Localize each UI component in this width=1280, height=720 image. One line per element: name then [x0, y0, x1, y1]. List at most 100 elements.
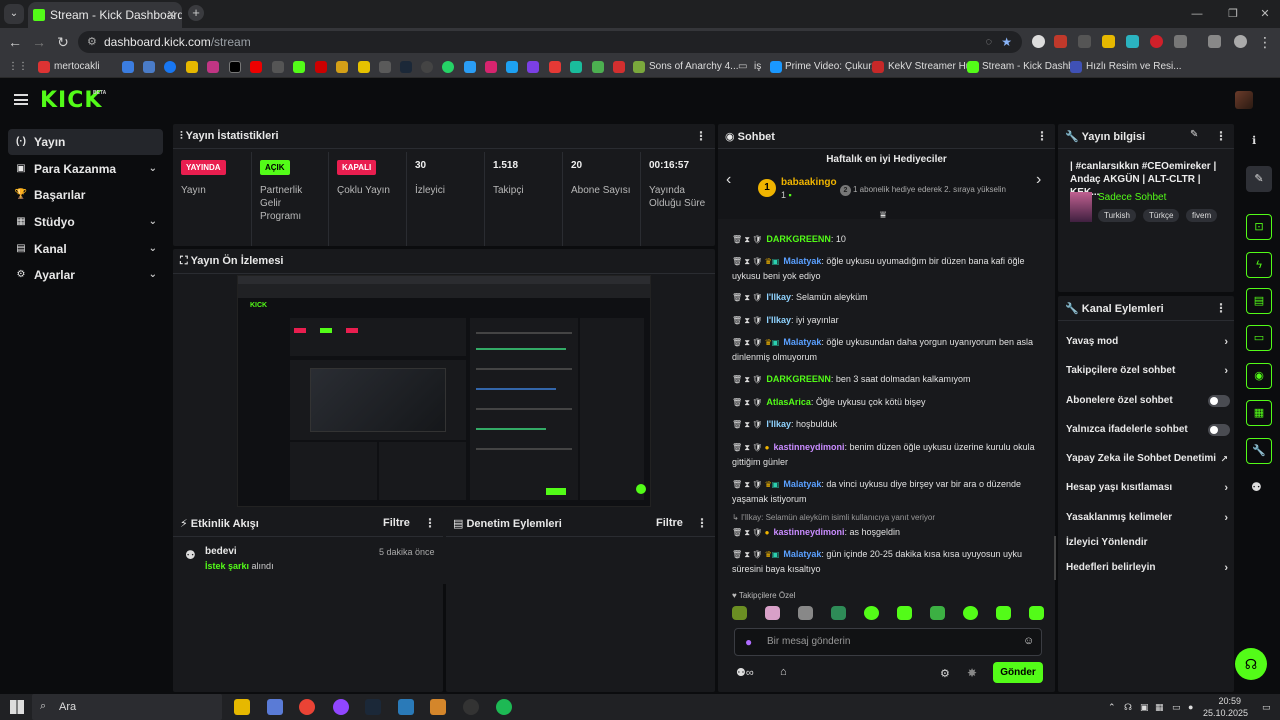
emote[interactable] — [963, 606, 978, 620]
app-icon[interactable] — [430, 699, 446, 715]
sidebar-item-kanal[interactable]: ▤ Kanal ⌄ — [8, 236, 163, 262]
chat-username[interactable]: Malatyak — [783, 549, 821, 559]
bookmark-icon[interactable] — [186, 61, 198, 73]
broadcast-rail-icon[interactable]: ◉ — [1246, 363, 1272, 389]
chat-message[interactable]: 🗑 ⧗ 🛡 I'Ilkay: iyi yayınlar — [732, 313, 1048, 328]
bookmark-icon[interactable] — [358, 61, 370, 73]
chrome-icon[interactable] — [299, 699, 315, 715]
extension-icon[interactable] — [1126, 35, 1139, 48]
chat-message[interactable]: 🗑 ⧗ 🛡 ♛▣ Malatyak: öğle uykusundan daha y… — [732, 335, 1048, 364]
tab-close-icon[interactable]: ✕ — [167, 2, 176, 28]
extension-icon[interactable] — [1102, 35, 1115, 48]
eye-off-icon[interactable]: ◌ — [985, 31, 992, 53]
minimize-button[interactable]: — — [1180, 0, 1214, 28]
category-name[interactable]: Sadece Sohbet — [1098, 192, 1166, 203]
sidebar-item-studyo[interactable]: ▦ Stüdyo ⌄ — [8, 209, 163, 235]
file-explorer-icon[interactable] — [234, 699, 250, 715]
chat-menu-icon[interactable]: ⋮ — [1036, 129, 1048, 143]
whatsapp-icon[interactable] — [442, 61, 454, 73]
activity-menu-icon[interactable]: ⋮ — [424, 516, 436, 530]
emote[interactable] — [798, 606, 813, 620]
stream-info-menu-icon[interactable]: ⋮ — [1215, 129, 1227, 143]
tray-app-icon[interactable]: ▦ — [1155, 694, 1164, 720]
activity-filter-button[interactable]: Filtre — [383, 517, 410, 529]
microphone-icon[interactable]: ● — [1188, 694, 1193, 720]
layout-rail-icon[interactable]: ▦ — [1246, 400, 1272, 426]
x-icon[interactable] — [229, 61, 241, 73]
emote[interactable] — [996, 606, 1011, 620]
chat-username[interactable]: I'Ilkay — [766, 315, 791, 325]
bookmark-icon[interactable] — [570, 61, 582, 73]
bookmark-icon[interactable] — [272, 61, 284, 73]
bookmark-icon[interactable] — [143, 61, 155, 73]
chat-username[interactable]: Malatyak — [783, 479, 821, 489]
steam-icon[interactable] — [365, 699, 381, 715]
action-hedefler[interactable]: Hedefleri belirleyin › — [1066, 558, 1232, 578]
emote[interactable] — [897, 606, 912, 620]
settings-gear-icon[interactable]: ⚙ — [940, 667, 950, 680]
calculator-icon[interactable] — [267, 699, 283, 715]
forward-icon[interactable]: → — [30, 33, 48, 51]
badge-gear-icon[interactable]: ✸ — [967, 666, 977, 680]
clock[interactable]: 20:59 25.10.2025 — [1203, 694, 1248, 720]
action-abonelere-ozel[interactable]: Abonelere özel sohbet — [1066, 391, 1232, 411]
emote[interactable] — [930, 606, 945, 620]
instagram-icon[interactable] — [207, 61, 219, 73]
chat-message[interactable]: 🗑 ⧗ 🛡 I'Ilkay: Selamün aleyküm — [732, 290, 1048, 305]
moderation-menu-icon[interactable]: ⋮ — [696, 516, 708, 530]
emote[interactable] — [732, 606, 747, 620]
chat-input[interactable]: ● Bir mesaj gönderin ☺ — [734, 628, 1042, 656]
moderation-filter-button[interactable]: Filtre — [656, 517, 683, 529]
sidebar-item-basarilar[interactable]: 🏆 Başarılar — [8, 182, 163, 208]
emote[interactable] — [765, 606, 780, 620]
toggle-switch[interactable] — [1208, 395, 1230, 407]
restore-button[interactable]: ❐ — [1216, 0, 1250, 28]
bookmark-icon[interactable] — [506, 61, 518, 73]
user-list-icon[interactable]: ⚉∞ — [736, 666, 754, 679]
bookmark-folder-is[interactable]: iş — [754, 56, 761, 78]
support-headset-icon[interactable]: ☊ — [1235, 648, 1267, 680]
steam-icon[interactable] — [400, 61, 412, 73]
clipboard-icon[interactable]: ▤ — [1246, 288, 1272, 314]
emote[interactable] — [1029, 606, 1044, 620]
chat-rail-icon[interactable]: ▭ — [1246, 325, 1272, 351]
tag-turkish[interactable]: Turkish — [1098, 209, 1136, 222]
reload-icon[interactable]: ↻ — [54, 33, 72, 51]
network-icon[interactable]: ▭ — [1172, 694, 1181, 720]
chat-message[interactable]: 🗑 ⧗ 🛡 I'Ilkay: hoşbulduk — [732, 417, 1048, 432]
bookmark-icon[interactable] — [527, 61, 539, 73]
chat-message[interactable]: 🗑 ⧗ 🛡 DARKGREENN: 10 — [732, 232, 1048, 247]
spotify-icon[interactable] — [496, 699, 512, 715]
chat-message[interactable]: 🗑 ⧗ 🛡 ● kastinneydimoni: as hoşgeldin — [732, 525, 1048, 540]
app-icon[interactable] — [463, 699, 479, 715]
apps-icon[interactable]: ⋮⋮ — [8, 56, 28, 78]
toggle-switch[interactable] — [1208, 424, 1230, 436]
prev-arrow-icon[interactable]: ‹ — [726, 171, 731, 189]
bookmark-icon[interactable] — [315, 61, 327, 73]
browser-menu-icon[interactable]: ⋮ — [1256, 33, 1274, 51]
edit-layout-icon[interactable]: ✎ — [1246, 166, 1272, 192]
facebook-icon[interactable] — [164, 61, 176, 73]
tag-turkce[interactable]: Türkçe — [1143, 209, 1180, 222]
tray-app-icon[interactable]: ▣ — [1140, 694, 1149, 720]
gifter-name[interactable]: babaakingo — [781, 177, 837, 188]
action-izleyici-yonlendir[interactable]: İzleyici Yönlendir — [1066, 533, 1232, 553]
tag-fivem[interactable]: fivem — [1186, 209, 1218, 222]
users-rail-icon[interactable]: ⚉ — [1251, 480, 1262, 494]
bookmark-sons-of-anarchy[interactable]: Sons of Anarchy 4... — [649, 56, 739, 78]
site-info-icon[interactable]: ⚙ — [87, 31, 97, 53]
action-yasakli-kelimeler[interactable]: Yasaklanmış kelimeler › — [1066, 508, 1232, 528]
chat-message[interactable]: 🗑 ⧗ 🛡 ♛▣ Malatyak: gün içinde 20-25 dakik… — [732, 547, 1048, 576]
extension-icon[interactable] — [1032, 35, 1045, 48]
bookmark-kekv[interactable]: KekV Streamer Hub — [888, 56, 977, 78]
chat-username[interactable]: I'Ilkay — [766, 292, 791, 302]
stream-preview-video[interactable]: KICK — [237, 275, 651, 507]
obs-icon[interactable] — [333, 699, 349, 715]
bookmark-icon[interactable] — [485, 61, 497, 73]
bookmark-hizli-resim[interactable]: Hızlı Resim ve Resi... — [1086, 56, 1182, 78]
bookmark-icon[interactable] — [464, 61, 476, 73]
emoji-icon[interactable]: ☺ — [1023, 635, 1034, 647]
category-thumbnail[interactable] — [1070, 192, 1092, 222]
browser-tab[interactable]: Stream - Kick Dashboard ✕ — [28, 2, 182, 28]
chat-username[interactable]: DARKGREENN — [766, 234, 831, 244]
